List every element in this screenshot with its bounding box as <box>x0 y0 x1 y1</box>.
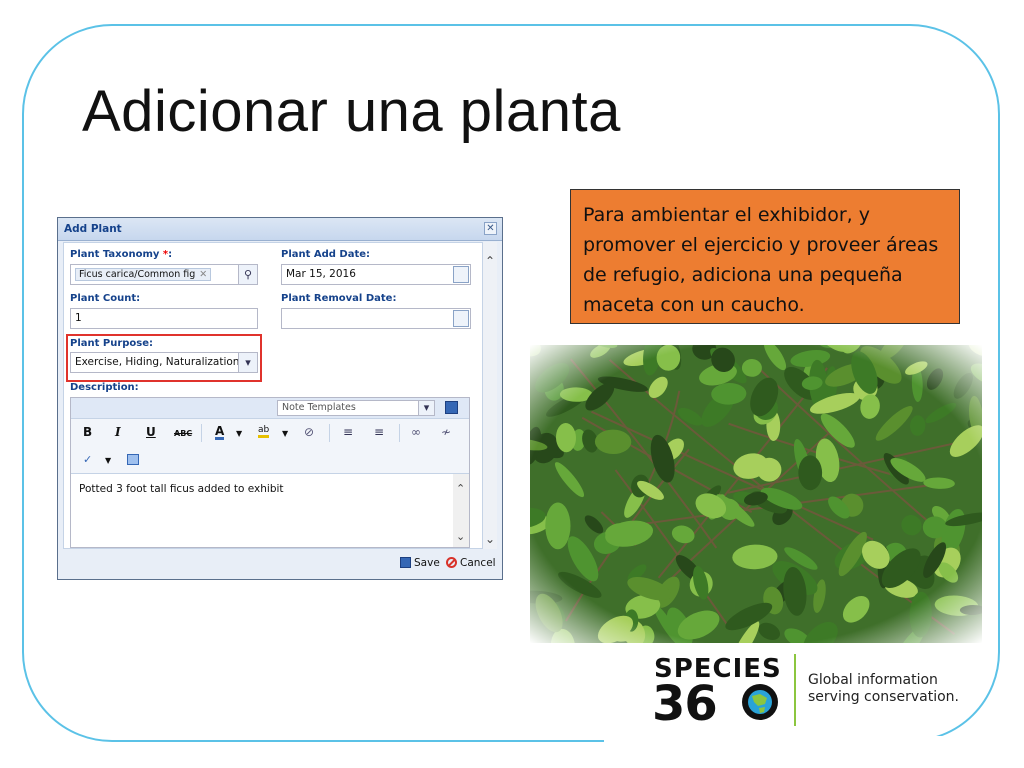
dialog-scrollbar[interactable]: ⌃ ⌄ <box>483 242 497 549</box>
removal-date-label: Plant Removal Date: <box>281 293 397 304</box>
description-text[interactable]: Potted 3 foot tall ficus added to exhibi… <box>79 483 284 495</box>
scroll-down-icon[interactable]: ⌄ <box>456 530 465 543</box>
note-templates-select[interactable]: Note Templates ▾ <box>277 400 435 416</box>
link-icon[interactable]: ∞ <box>411 425 421 439</box>
add-plant-dialog: Add Plant ✕ Plant Taxonomy *: Ficus cari… <box>57 217 503 580</box>
eraser-icon[interactable]: ⊘ <box>304 425 314 439</box>
editor-top-bar: Note Templates ▾ <box>71 398 469 419</box>
dialog-header: Add Plant ✕ <box>58 218 502 241</box>
underline-button[interactable]: U <box>146 425 156 439</box>
dialog-body: Plant Taxonomy *: Ficus carica/Common fi… <box>63 242 483 549</box>
save-icon <box>400 557 411 568</box>
toolbar-separator <box>329 424 330 442</box>
callout-box: Para ambientar el exhibidor, y promover … <box>570 189 960 324</box>
chevron-down-icon[interactable]: ▾ <box>418 401 434 415</box>
source-edit-icon[interactable] <box>127 454 139 465</box>
editor-scrollbar[interactable]: ⌃ ⌄ <box>453 474 469 547</box>
editor-toolbar-row-1: B I U ABC A ▼ ab ▼ ⊘ ≡ ≡ ∞ ≁ <box>71 419 469 447</box>
scroll-down-icon[interactable]: ⌄ <box>485 532 495 546</box>
toolbar-separator <box>201 424 202 442</box>
removal-date-field[interactable] <box>281 308 471 329</box>
tag-remove-icon[interactable]: ✕ <box>199 269 207 280</box>
unlink-icon[interactable]: ≁ <box>441 425 451 439</box>
highlight-button[interactable]: ab <box>258 425 270 438</box>
count-value: 1 <box>75 312 82 324</box>
editor-toolbar-row-2: ✓ ▼ <box>71 447 469 473</box>
note-templates-placeholder: Note Templates <box>282 402 356 413</box>
calendar-icon[interactable] <box>453 310 469 327</box>
font-color-button[interactable]: A <box>215 425 225 440</box>
logo-number: 36 <box>652 676 718 732</box>
species360-logo: SPECIES 36 Global information serving co… <box>652 652 972 732</box>
description-editor: Note Templates ▾ B I U ABC A ▼ ab ▼ ⊘ ≡ … <box>70 397 470 548</box>
ficus-plant-photo <box>530 345 982 643</box>
count-field[interactable]: 1 <box>70 308 258 329</box>
leaf <box>545 502 571 550</box>
cancel-button[interactable]: Cancel <box>446 557 496 569</box>
font-color-dropdown-icon[interactable]: ▼ <box>236 429 242 438</box>
logo-tagline: Global information serving conservation. <box>808 672 959 705</box>
add-date-value: Mar 15, 2016 <box>286 268 356 280</box>
dialog-footer: Save Cancel <box>58 549 502 579</box>
count-label: Plant Count: <box>70 293 141 304</box>
spellcheck-icon[interactable]: ✓ <box>83 453 92 466</box>
save-button[interactable]: Save <box>400 557 440 569</box>
bullet-list-icon[interactable]: ≡ <box>343 425 353 439</box>
search-icon[interactable]: ⚲ <box>238 265 257 284</box>
bold-button[interactable]: B <box>83 425 92 439</box>
description-label: Description: <box>70 382 139 393</box>
italic-button[interactable]: I <box>115 425 121 439</box>
taxonomy-field[interactable]: Ficus carica/Common fig ✕ ⚲ <box>70 264 258 285</box>
logo-divider <box>794 654 796 726</box>
frame-gap <box>604 736 1004 750</box>
toolbar-separator <box>399 424 400 442</box>
add-date-label: Plant Add Date: <box>281 249 371 260</box>
dialog-title: Add Plant <box>64 223 122 235</box>
scroll-up-icon[interactable]: ⌃ <box>485 254 495 268</box>
numbered-list-icon[interactable]: ≡ <box>374 425 384 439</box>
taxonomy-tag: Ficus carica/Common fig ✕ <box>75 268 212 281</box>
close-icon[interactable]: ✕ <box>484 222 497 235</box>
purpose-highlight-box <box>66 334 262 382</box>
calendar-icon[interactable] <box>453 266 469 283</box>
highlight-dropdown-icon[interactable]: ▼ <box>282 429 288 438</box>
save-template-icon[interactable] <box>445 401 458 414</box>
slide-title: Adicionar una planta <box>82 79 621 144</box>
scroll-up-icon[interactable]: ⌃ <box>456 482 465 495</box>
globe-icon <box>742 684 778 720</box>
spellcheck-dropdown-icon[interactable]: ▼ <box>105 456 111 465</box>
cancel-icon <box>446 557 457 568</box>
strikethrough-button[interactable]: ABC <box>174 429 192 438</box>
add-date-field[interactable]: Mar 15, 2016 <box>281 264 471 285</box>
taxonomy-label: Plant Taxonomy *: <box>70 249 173 260</box>
editor-divider <box>71 473 469 474</box>
